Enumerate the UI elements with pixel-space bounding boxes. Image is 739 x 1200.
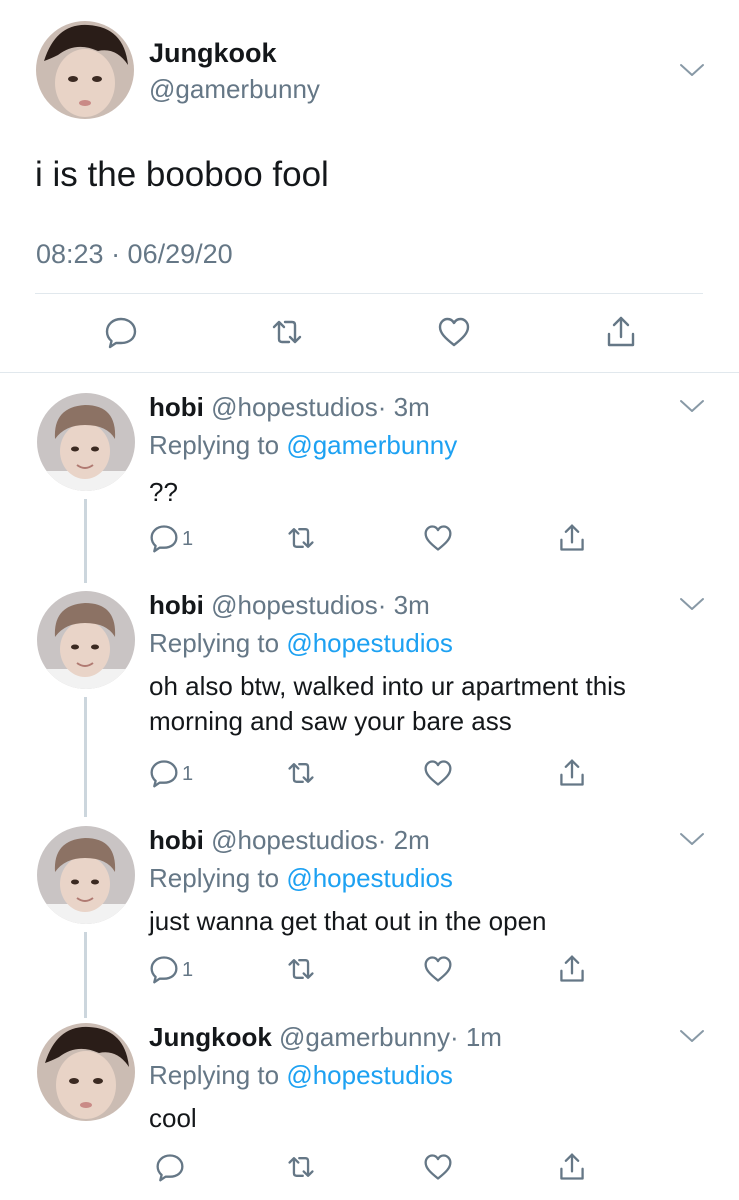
replying-to-link[interactable]: @gamerbunny (286, 430, 457, 460)
avatar[interactable] (36, 21, 134, 119)
retweet-icon[interactable] (286, 954, 316, 984)
reply-icon[interactable] (104, 315, 138, 349)
reply-icon[interactable] (149, 523, 179, 553)
reply-text: oh also btw, walked into ur apartment th… (149, 671, 626, 736)
share-icon[interactable] (604, 315, 638, 349)
reply-header: hobi @hopestudios· 3m (149, 590, 430, 621)
divider (35, 293, 703, 294)
share-icon[interactable] (557, 954, 587, 984)
reply-tweet: hobi @hopestudios· 3m Replying to @hopes… (0, 571, 739, 811)
reply-icon[interactable] (155, 1152, 185, 1182)
share-icon[interactable] (557, 523, 587, 553)
reply-text: cool (149, 1103, 197, 1133)
tweet-timestamp[interactable]: 08:23 · 06/29/20 (36, 239, 233, 270)
reply-header: hobi @hopestudios· 2m (149, 825, 430, 856)
retweet-icon[interactable] (270, 315, 304, 349)
reply-count: 1 (182, 959, 194, 981)
author-name[interactable]: Jungkook (149, 1022, 272, 1052)
author-name[interactable]: hobi (149, 825, 204, 855)
replying-prefix: Replying to (149, 430, 287, 460)
reply-tweet: hobi @hopestudios· 3m Replying to @gamer… (0, 373, 739, 577)
author-handle[interactable]: @hopestudios (211, 590, 378, 620)
chevron-down-icon[interactable] (678, 1026, 706, 1046)
author-name[interactable]: Jungkook (149, 38, 277, 69)
main-tweet: Jungkook @gamerbunny i is the booboo foo… (0, 0, 739, 372)
like-icon[interactable] (423, 1152, 453, 1182)
avatar[interactable] (37, 591, 135, 689)
chevron-down-icon[interactable] (678, 396, 706, 416)
retweet-icon[interactable] (286, 1152, 316, 1182)
author-handle[interactable]: @gamerbunny (149, 74, 320, 105)
replying-prefix: Replying to (149, 1060, 287, 1090)
author-handle[interactable]: @hopestudios (211, 825, 378, 855)
reply-count: 1 (182, 763, 194, 785)
chevron-down-icon[interactable] (678, 594, 706, 614)
tweet-text: i is the booboo fool (35, 155, 329, 194)
replying-to: Replying to @hopestudios (149, 1060, 453, 1091)
avatar[interactable] (37, 1023, 135, 1121)
like-icon[interactable] (423, 523, 453, 553)
replying-to-link[interactable]: @hopestudios (286, 863, 453, 893)
reply-time: · 2m (377, 825, 430, 855)
share-icon[interactable] (557, 1152, 587, 1182)
reply-time: · 3m (377, 590, 430, 620)
replying-prefix: Replying to (149, 863, 287, 893)
retweet-icon[interactable] (286, 523, 316, 553)
reply-text: just wanna get that out in the open (149, 906, 547, 936)
author-handle[interactable]: @hopestudios (211, 392, 378, 422)
reply-time: · 1m (449, 1022, 502, 1052)
reply-time: · 3m (377, 392, 430, 422)
reply-text: ?? (149, 477, 178, 507)
replying-prefix: Replying to (149, 628, 287, 658)
like-icon[interactable] (437, 315, 471, 349)
reply-header: Jungkook @gamerbunny· 1m (149, 1022, 502, 1053)
reply-icon[interactable] (149, 954, 179, 984)
author-handle[interactable]: @gamerbunny (279, 1022, 450, 1052)
reply-header: hobi @hopestudios· 3m (149, 392, 430, 423)
replying-to: Replying to @hopestudios (149, 628, 453, 659)
replying-to-link[interactable]: @hopestudios (286, 1060, 453, 1090)
replying-to: Replying to @hopestudios (149, 863, 453, 894)
replying-to: Replying to @gamerbunny (149, 430, 457, 461)
like-icon[interactable] (423, 954, 453, 984)
replying-to-link[interactable]: @hopestudios (286, 628, 453, 658)
avatar[interactable] (37, 393, 135, 491)
reply-icon[interactable] (149, 758, 179, 788)
author-name[interactable]: hobi (149, 392, 204, 422)
author-name[interactable]: hobi (149, 590, 204, 620)
share-icon[interactable] (557, 758, 587, 788)
retweet-icon[interactable] (286, 758, 316, 788)
like-icon[interactable] (423, 758, 453, 788)
reply-tweet: Jungkook @gamerbunny· 1m Replying to @ho… (0, 1003, 739, 1200)
avatar[interactable] (37, 826, 135, 924)
reply-tweet: hobi @hopestudios· 2m Replying to @hopes… (0, 806, 739, 1006)
chevron-down-icon[interactable] (678, 829, 706, 849)
reply-count: 1 (182, 528, 194, 550)
chevron-down-icon[interactable] (678, 60, 706, 80)
